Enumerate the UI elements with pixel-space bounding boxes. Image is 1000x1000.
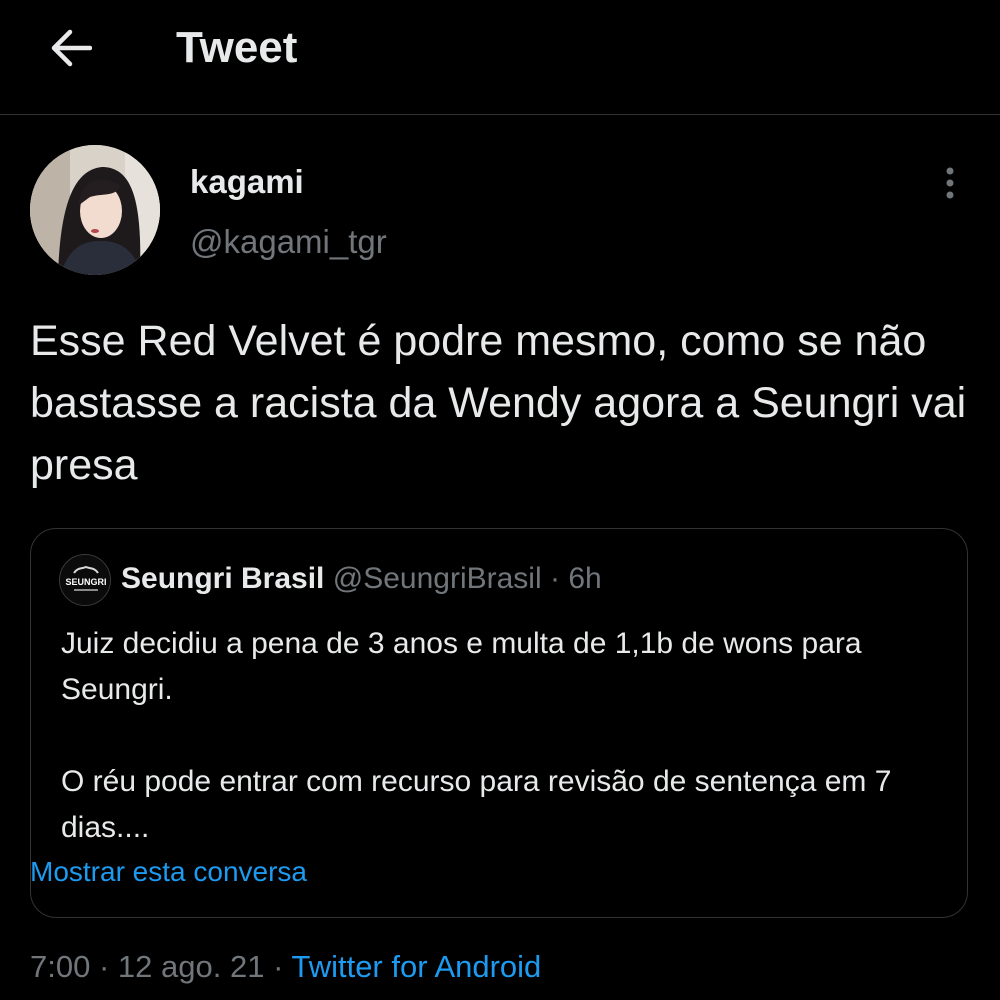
separator-dot: · [549, 562, 560, 595]
tweet-date: 12 ago. 21 [117, 949, 265, 984]
show-conversation-link[interactable]: Mostrar esta conversa [30, 852, 307, 892]
quoted-tweet-time: 6h [568, 562, 602, 595]
author-name[interactable]: kagami [190, 162, 304, 202]
arrow-left-icon [51, 29, 92, 67]
quoted-author-avatar-image: SEUNGRI [60, 555, 110, 605]
author-avatar-image [30, 145, 160, 275]
quoted-avatar-logo-text: SEUNGRI [65, 577, 106, 587]
tweet-time: 7:00 [30, 949, 91, 984]
separator-dot: · [98, 949, 110, 984]
back-button[interactable] [40, 22, 100, 74]
quoted-author-avatar[interactable]: SEUNGRI [59, 554, 111, 606]
quoted-tweet-text: Juiz decidiu a pena de 3 anos e multa de… [61, 621, 951, 851]
separator-dot: · [273, 949, 284, 984]
page-title: Tweet [176, 23, 298, 72]
top-bar: Tweet [0, 0, 1000, 115]
more-vertical-icon [946, 167, 954, 199]
quoted-tweet-paragraph: O réu pode entrar com recurso para revis… [61, 765, 892, 844]
quoted-author-name: Seungri Brasil [121, 562, 325, 595]
quoted-tweet-paragraph: Juiz decidiu a pena de 3 anos e multa de… [61, 627, 862, 706]
quoted-tweet-header: Seungri Brasil @SeungriBrasil · 6h [121, 559, 602, 599]
tweet-source-link[interactable]: Twitter for Android [291, 949, 541, 984]
tweet-text: Esse Red Velvet é podre mesmo, como se n… [30, 317, 967, 489]
more-options-button[interactable] [930, 160, 970, 206]
quoted-author-handle: @SeungriBrasil [332, 562, 542, 595]
tweet-metadata: 7:00 · 12 ago. 21 · Twitter for Android [30, 946, 541, 988]
author-handle[interactable]: @kagami_tgr [190, 222, 387, 262]
author-avatar[interactable] [30, 145, 160, 275]
